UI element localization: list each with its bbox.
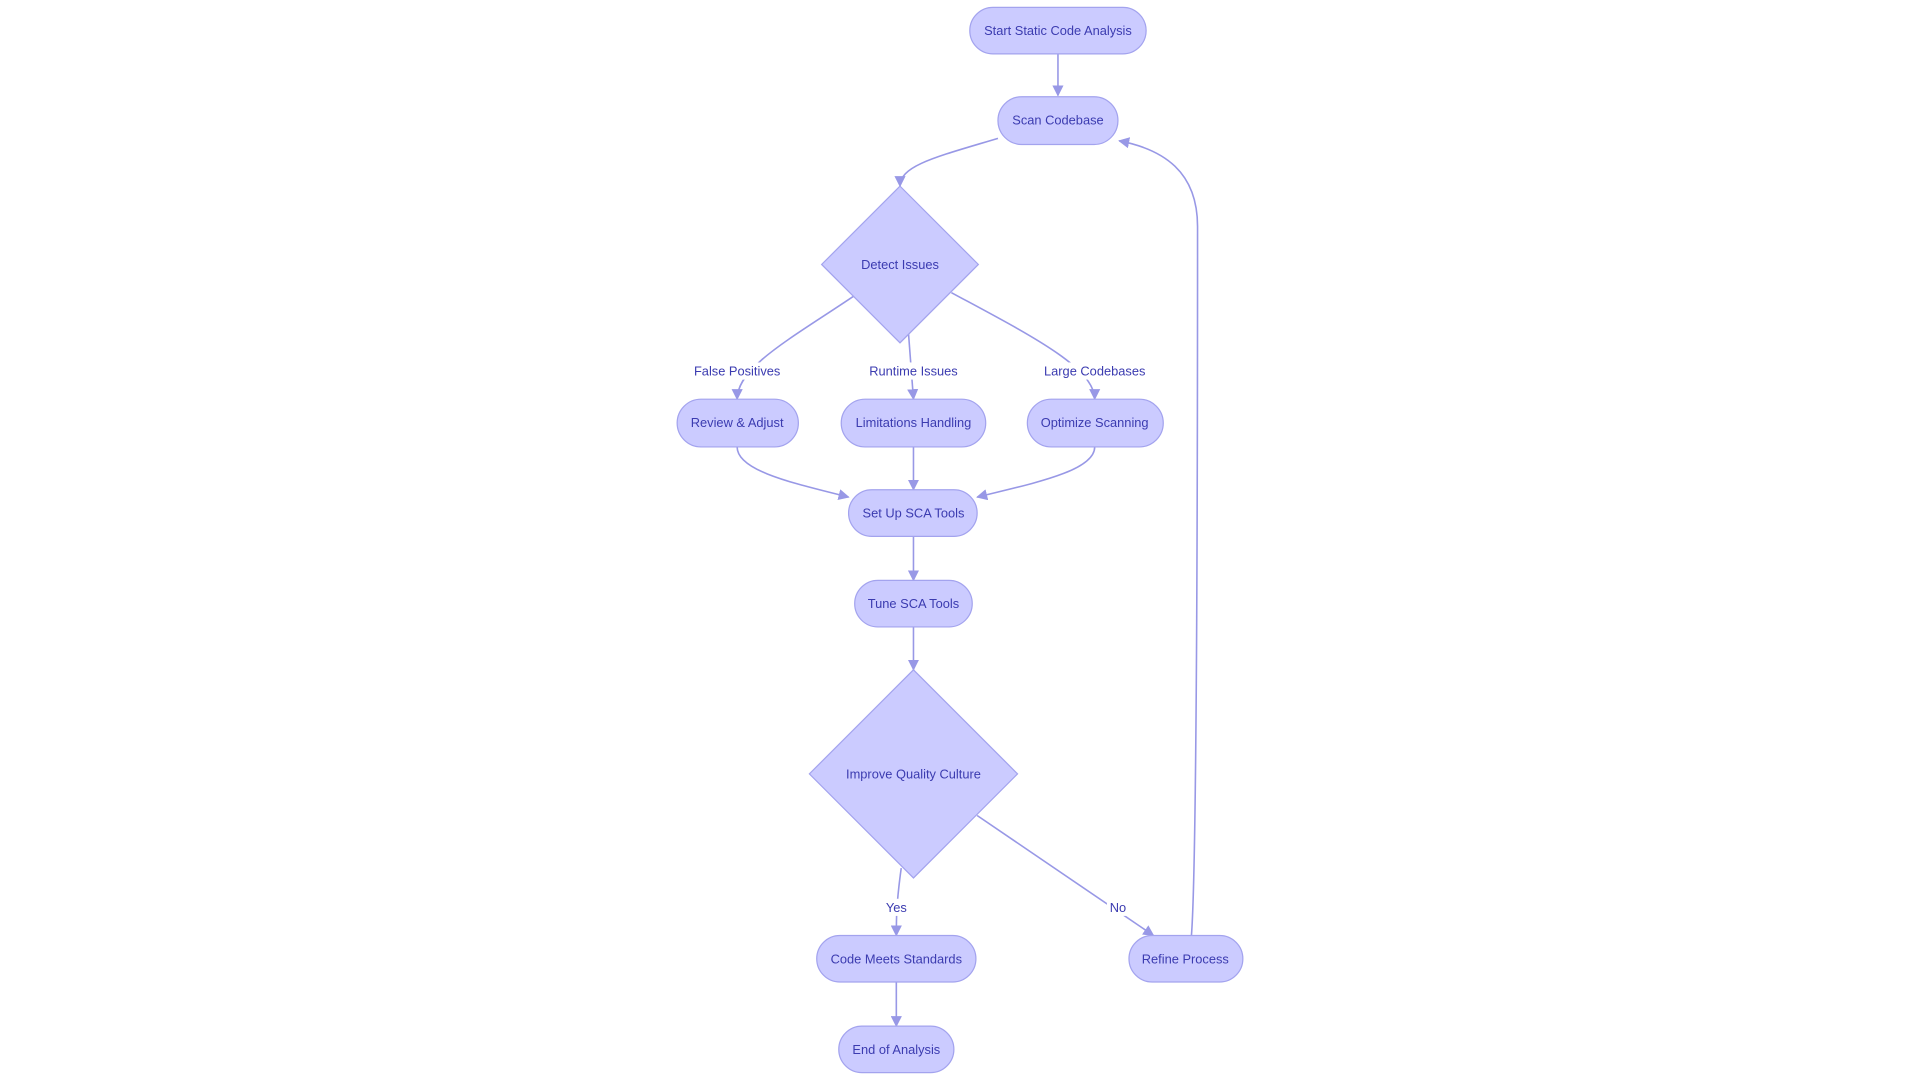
edge-label-runtime-issues: Runtime Issues — [869, 364, 958, 379]
edge-optimize-setup — [976, 446, 1096, 501]
edge-refine-scan — [1118, 137, 1199, 936]
node-improve-label: Improve Quality Culture — [846, 766, 981, 781]
edge-detect-review — [731, 295, 854, 401]
edge-label-large-codebases: Large Codebases — [1044, 364, 1145, 379]
node-tune: Tune SCA Tools — [854, 579, 973, 628]
edge-label-false-positives: False Positives — [694, 364, 780, 379]
node-refine-label: Refine Process — [1142, 951, 1229, 966]
node-end-label: End of Analysis — [852, 1042, 940, 1057]
node-review-label: Review & Adjust — [691, 415, 784, 430]
node-tune-label: Tune SCA Tools — [868, 596, 959, 611]
edge-label-no: No — [1110, 900, 1126, 915]
node-optimize: Optimize Scanning — [1026, 398, 1164, 448]
node-meets: Code Meets Standards — [816, 934, 977, 983]
node-scan-label: Scan Codebase — [1012, 113, 1103, 128]
edge-review-setup — [736, 446, 850, 501]
node-setup: Set Up SCA Tools — [847, 489, 978, 537]
node-limitations-label: Limitations Handling — [856, 415, 972, 430]
edge-scan-detect — [894, 137, 999, 188]
node-setup-label: Set Up SCA Tools — [863, 506, 965, 521]
node-meets-label: Code Meets Standards — [831, 951, 962, 966]
node-refine: Refine Process — [1128, 934, 1244, 983]
edge-detect-optimize — [951, 291, 1101, 401]
node-optimize-label: Optimize Scanning — [1041, 415, 1149, 430]
node-improve: Improve Quality Culture — [808, 668, 1019, 879]
node-detect: Detect Issues — [820, 185, 980, 344]
node-limitations: Limitations Handling — [840, 398, 987, 448]
node-end: End of Analysis — [838, 1025, 955, 1074]
node-detect-label: Detect Issues — [861, 257, 939, 272]
edge-label-yes: Yes — [886, 900, 907, 915]
flowchart: False Positives Runtime Issues Large Cod… — [676, 6, 1244, 1074]
node-scan: Scan Codebase — [997, 96, 1119, 146]
node-start: Start Static Code Analysis — [969, 6, 1147, 55]
edge-improve-refine — [976, 814, 1155, 937]
node-review: Review & Adjust — [676, 398, 799, 448]
node-start-label: Start Static Code Analysis — [984, 23, 1132, 38]
